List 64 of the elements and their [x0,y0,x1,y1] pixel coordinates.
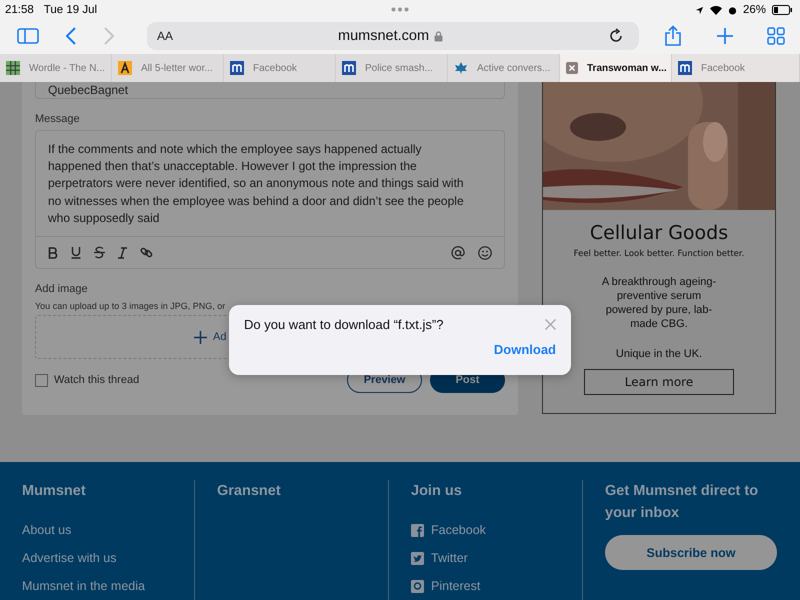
bold-icon[interactable] [48,246,58,258]
mention-icon[interactable] [451,246,465,260]
footer-heading: Gransnet [217,482,282,501]
browser-tab[interactable]: Transwoman w... [560,54,672,82]
link-icon[interactable] [140,246,153,259]
learn-more-button[interactable]: Learn more [584,369,734,395]
text-size-button[interactable]: AA [157,29,174,43]
footer-link[interactable]: Pinterest [411,572,582,600]
message-field[interactable]: If the comments and note which the employee says happened actually happened then that’s unacceptable. However I got the impression the perpetrators were never identified, so an anonymous note and things said with no witnesses when the employee was behind a door and didn’t see the people who supposedly said [35,130,505,269]
battery-icon [772,5,792,15]
date: Tue 19 Jul [44,4,98,16]
emoji-icon[interactable] [478,246,492,260]
ad-text: A breakthrough ageing-preventive serum powered by pure, lab-made CBG. [600,275,718,331]
address-bar[interactable]: AA mumsnet.com [147,22,639,50]
footer-link[interactable]: Facebook [411,516,582,544]
tabs-overview-icon[interactable] [767,27,785,45]
footer-heading: Join us [411,482,463,501]
watch-checkbox[interactable] [35,374,48,386]
footer-link[interactable]: About us [22,516,194,544]
add-image-label: Add image [35,283,89,295]
ad-note: Unique in the UK. [614,347,704,361]
grid-icon [6,61,20,75]
plus-icon [194,330,207,344]
battery-level: 26% [742,4,766,16]
download-button[interactable]: Download [494,342,556,357]
pinterest-icon [411,580,424,592]
username-field[interactable]: QuebecBagnet [35,82,505,99]
more-icon[interactable] [391,7,409,12]
message-label: Message [35,113,81,125]
upload-hint: You can upload up to 3 images in JPG, PNG, or [35,301,226,311]
location-icon [694,6,704,14]
wifi-icon [710,6,722,14]
footer-link[interactable]: Advertise with us [22,544,194,572]
footer-heading: Get Mumsnet direct to your inbox [605,482,760,523]
plus-icon[interactable] [716,27,734,45]
watch-label: Watch this thread [54,374,140,386]
leaf-icon [454,61,468,75]
subscribe-button[interactable]: Subscribe now [605,535,777,570]
back-icon[interactable] [65,27,77,45]
footer-heading: Mumsnet [22,482,87,501]
clock: 21:58 [5,4,34,16]
close-icon[interactable] [566,62,578,74]
footer-link[interactable]: Mumsnet in the media [22,572,194,600]
facebook-icon [411,524,424,536]
bird-icon [411,552,424,564]
ad-tagline: Feel better. Look better. Function better. [574,249,744,259]
add-image-text: Ad [213,331,226,343]
ad-brand: Cellular Goods [590,222,728,244]
italic-icon[interactable] [118,246,127,258]
close-icon[interactable] [545,319,556,330]
m-logo-icon [678,61,692,75]
dialog-message: Do you want to download “f.txt.js”? [244,317,444,332]
m-logo-icon [342,61,356,75]
lock-icon [434,30,444,42]
strikethrough-icon[interactable] [94,246,105,259]
browser-tab[interactable]: Facebook [672,54,800,82]
m-logo-icon [230,61,244,75]
reload-icon[interactable] [608,28,624,44]
share-icon[interactable] [664,25,682,47]
footer-link[interactable]: Twitter [411,544,582,572]
url-text: mumsnet.com [338,28,430,44]
underline-icon[interactable] [71,246,81,259]
letter-icon [118,61,132,75]
sidebar-icon[interactable] [17,28,39,44]
